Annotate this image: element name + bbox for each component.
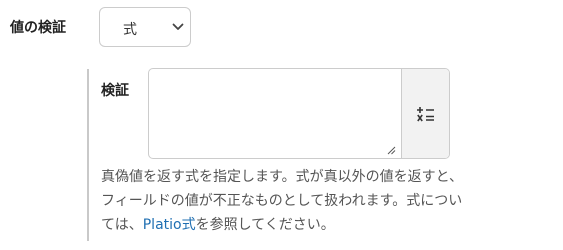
validation-type-value: 式 bbox=[123, 22, 137, 38]
help-line: フィールドの値が不正なものとして扱われます。式につい bbox=[101, 193, 463, 209]
help-text-prefix: ては、 bbox=[101, 217, 143, 233]
section-divider bbox=[87, 69, 89, 241]
validation-label: 値の検証 bbox=[10, 20, 66, 36]
help-text-suffix: を参照してください。 bbox=[195, 217, 335, 233]
expression-label: 検証 bbox=[101, 83, 129, 99]
expression-input[interactable] bbox=[149, 69, 401, 158]
help-line: ては、Platio式を参照してください。 bbox=[101, 213, 556, 237]
chevron-down-icon bbox=[172, 23, 184, 30]
validation-type-select[interactable]: 式 bbox=[99, 7, 191, 47]
formula-icon bbox=[417, 107, 434, 122]
formula-button[interactable] bbox=[401, 69, 449, 158]
help-line: 真偽値を返す式を指定します。式が真以外の値を返すと、 bbox=[101, 169, 464, 185]
help-text: 真偽値を返す式を指定します。式が真以外の値を返すと、 フィールドの値が不正なもの… bbox=[101, 165, 556, 237]
validation-settings: 値の検証 式 検証 真偽値を返す式を指定します。式が真以外の値を返すと、 フィー… bbox=[0, 0, 563, 250]
platio-formula-link[interactable]: Platio式 bbox=[143, 217, 196, 233]
expression-editor bbox=[148, 68, 450, 159]
resize-grip-icon[interactable] bbox=[386, 145, 396, 155]
